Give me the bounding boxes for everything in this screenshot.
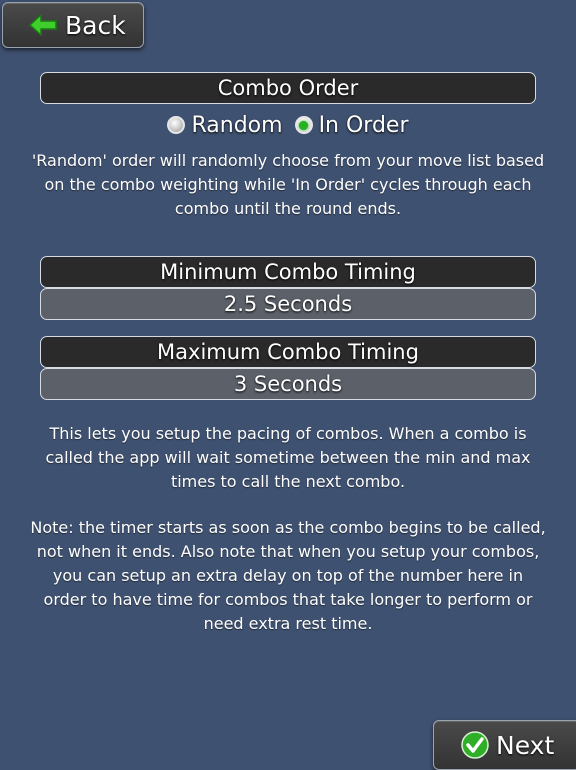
back-button[interactable]: Back: [2, 2, 144, 48]
min-timing-value: 2.5 Seconds: [223, 292, 353, 316]
back-label: Back: [65, 10, 126, 40]
radio-in-order-label: In Order: [318, 112, 409, 138]
max-timing-header: Maximum Combo Timing: [40, 336, 536, 368]
max-timing-value-button[interactable]: 3 Seconds: [40, 368, 536, 400]
combo-order-radio-group: Random In Order: [0, 110, 576, 140]
radio-random[interactable]: Random: [167, 112, 283, 138]
timer-note-text: Note: the timer starts as soon as the co…: [30, 518, 546, 633]
radio-random-label: Random: [191, 112, 283, 138]
combo-order-header: Combo Order: [40, 72, 536, 104]
radio-selected-icon: [294, 116, 313, 134]
min-timing-value-button[interactable]: 2.5 Seconds: [40, 288, 536, 320]
next-button[interactable]: Next: [433, 720, 576, 770]
arrow-left-icon: [29, 14, 57, 36]
next-label: Next: [496, 730, 555, 760]
max-timing-title: Maximum Combo Timing: [157, 340, 419, 364]
max-timing-value: 3 Seconds: [233, 372, 343, 396]
checkmark-icon: [461, 731, 489, 759]
combo-order-title: Combo Order: [217, 76, 359, 100]
radio-in-order[interactable]: In Order: [294, 112, 409, 138]
min-timing-title: Minimum Combo Timing: [160, 260, 416, 284]
pacing-help-text: This lets you setup the pacing of combos…: [45, 424, 531, 491]
combo-order-description: 'Random' order will randomly choose from…: [31, 151, 545, 218]
radio-unselected-icon: [167, 116, 186, 134]
min-timing-header: Minimum Combo Timing: [40, 256, 536, 288]
